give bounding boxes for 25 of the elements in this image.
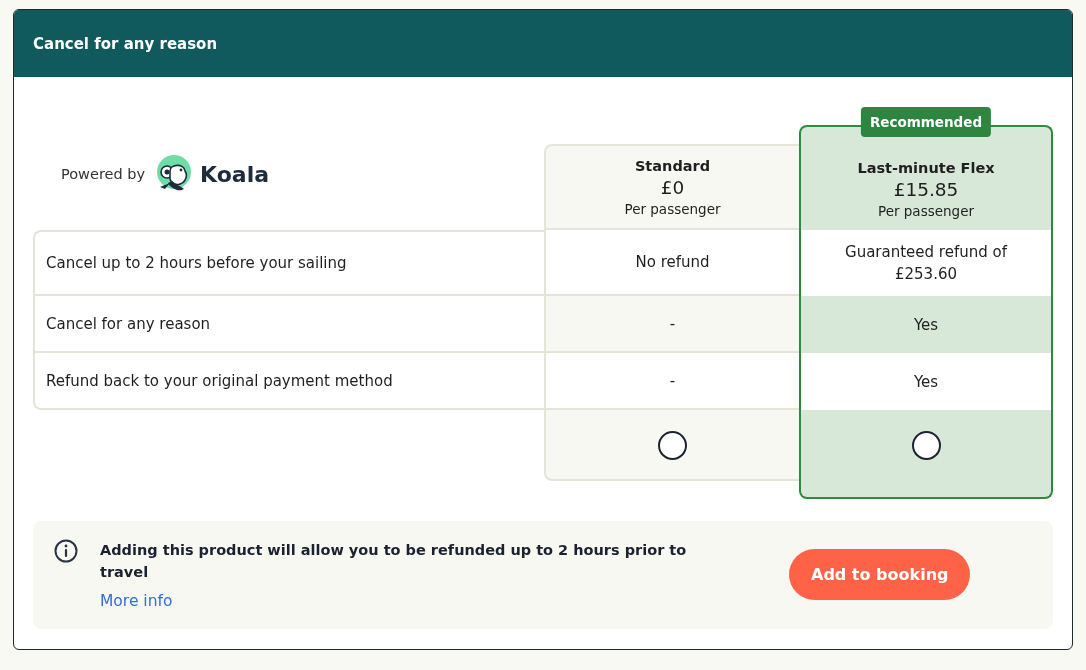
- table-cell: No refund: [544, 230, 799, 296]
- plan-price: £0: [660, 176, 685, 200]
- feature-label: Refund back to your original payment method: [33, 353, 544, 410]
- dialog-title: Cancel for any reason: [33, 34, 218, 53]
- more-info-link[interactable]: More info: [100, 592, 173, 610]
- radio-button[interactable]: [911, 431, 941, 460]
- plan-unit: Per passenger: [878, 202, 974, 221]
- plan-price: £15.85: [893, 178, 959, 202]
- recommended-badge: Recommended: [860, 107, 992, 137]
- table-cell: Yes: [799, 296, 1053, 353]
- plan-name: Standard: [634, 157, 711, 176]
- plan-unit: Per passenger: [624, 200, 721, 219]
- info-message: Adding this product will allow you to be refunded up to 2 hours prior to travel: [100, 541, 688, 582]
- plan-name: Last-minute Flex: [857, 159, 995, 178]
- powered-by-label: Powered by: [61, 166, 146, 182]
- brand-name: Koala: [200, 161, 270, 187]
- table-cell: Guaranteed refund of £253.60: [799, 230, 1053, 296]
- radio-button[interactable]: [658, 431, 687, 460]
- feature-label: Cancel up to 2 hours before your sailing: [33, 230, 544, 296]
- table-cell: -: [544, 296, 799, 353]
- table-cell: -: [544, 353, 799, 410]
- feature-label: Cancel for any reason: [33, 296, 544, 353]
- info-icon: [54, 539, 78, 563]
- table-cell: Yes: [799, 353, 1053, 410]
- add-to-booking-button[interactable]: Add to booking: [789, 549, 971, 600]
